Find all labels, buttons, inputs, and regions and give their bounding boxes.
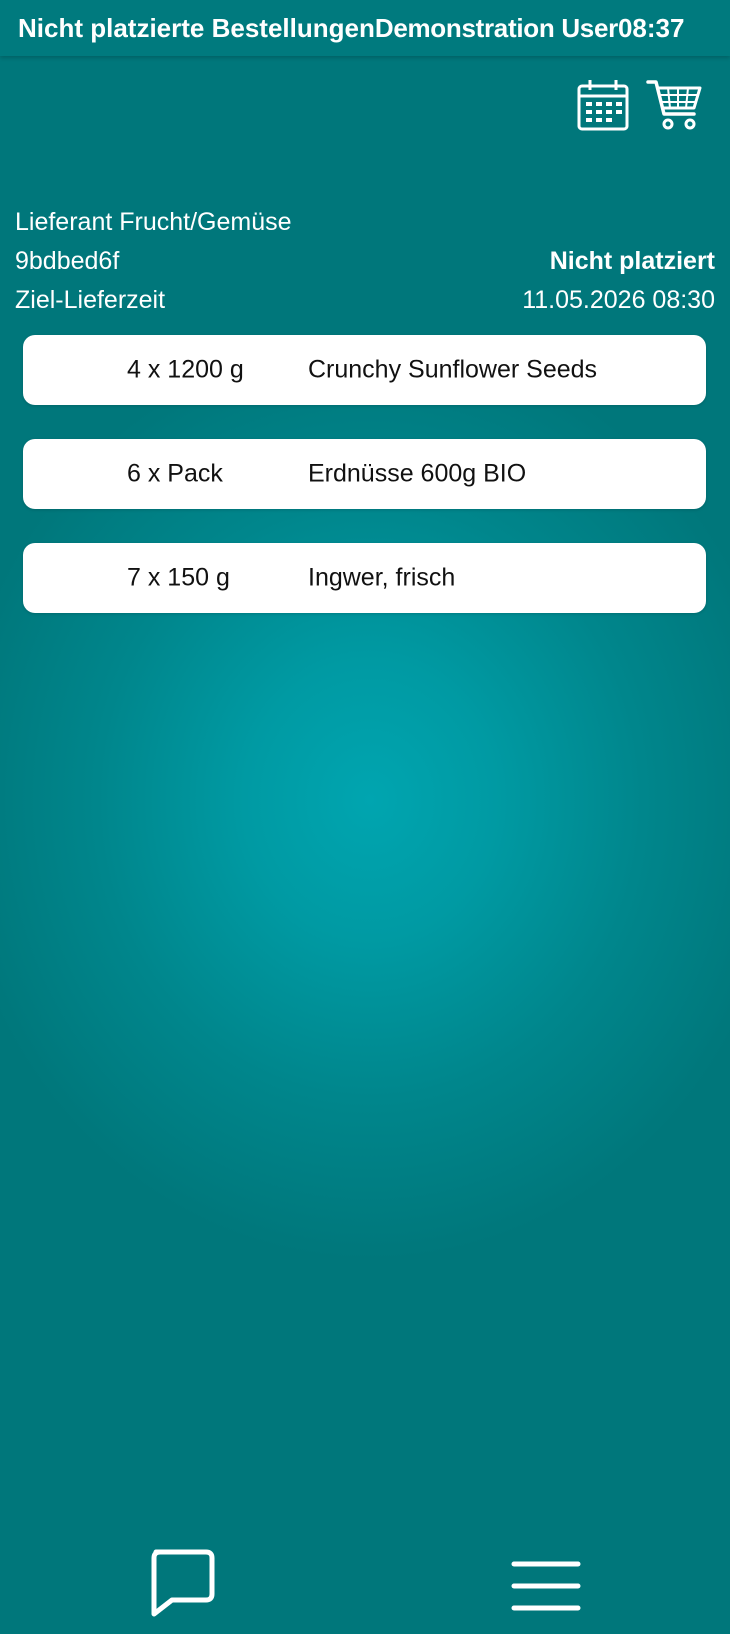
user-name: Demonstration User xyxy=(374,12,618,43)
menu-icon xyxy=(511,1561,581,1611)
list-item[interactable]: 6 x Pack Erdnüsse 600g BIO xyxy=(23,439,706,509)
menu-button[interactable] xyxy=(510,1558,582,1614)
order-id: 9bdbed6f xyxy=(15,247,120,275)
target-delivery-label: Ziel-Lieferzeit xyxy=(15,286,166,314)
calendar-icon xyxy=(577,80,629,131)
item-name: Ingwer, frisch xyxy=(308,563,456,592)
cart-icon xyxy=(646,80,702,130)
item-quantity: 4 x 1200 g xyxy=(127,355,244,384)
clock-time: 08:37 xyxy=(617,12,685,43)
chat-button[interactable] xyxy=(146,1548,216,1618)
target-delivery-time: 11.05.2026 08:30 xyxy=(522,286,715,314)
chat-icon xyxy=(151,1549,215,1617)
status-badge: Nicht platziert xyxy=(549,247,715,275)
list-item[interactable]: 4 x 1200 g Crunchy Sunflower Seeds xyxy=(23,335,706,405)
calendar-button[interactable] xyxy=(576,78,630,132)
cart-button[interactable] xyxy=(646,78,702,132)
list-item[interactable]: 7 x 150 g Ingwer, frisch xyxy=(23,543,706,613)
item-name: Crunchy Sunflower Seeds xyxy=(308,355,598,384)
top-bar: Nicht platzierte Bestellungen Demonstrati… xyxy=(0,0,730,56)
item-quantity: 6 x Pack xyxy=(127,459,223,488)
supplier-name: Lieferant Frucht/Gemüse xyxy=(15,208,292,236)
item-quantity: 7 x 150 g xyxy=(127,563,230,592)
item-name: Erdnüsse 600g BIO xyxy=(308,459,527,488)
page-title: Nicht platzierte Bestellungen xyxy=(18,12,375,43)
